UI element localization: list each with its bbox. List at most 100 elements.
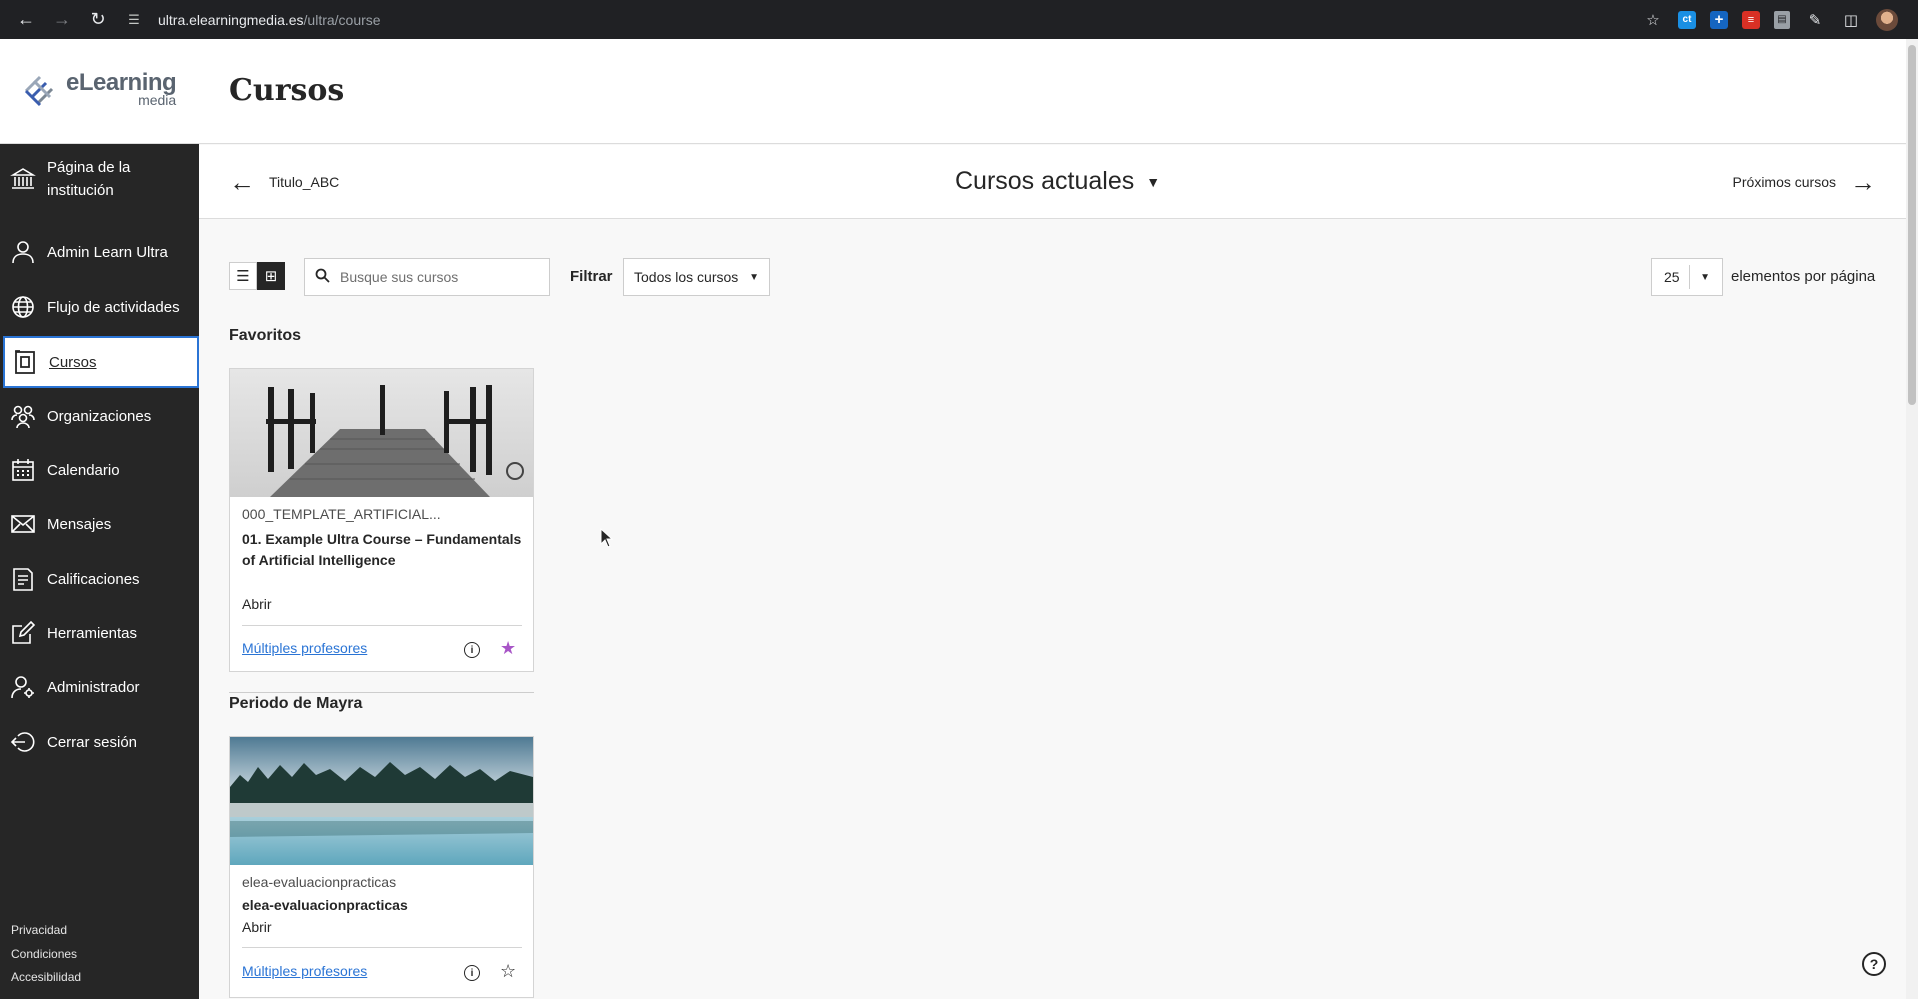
sidebar-item-logout[interactable]: Cerrar sesión — [0, 716, 199, 768]
course-code: 000_TEMPLATE_ARTIFICIAL... — [242, 506, 441, 522]
back-arrow-icon[interactable]: ← — [8, 5, 44, 35]
tools-icon — [10, 620, 36, 646]
search-icon — [315, 268, 330, 286]
admin-icon — [10, 674, 36, 700]
sidebar-item-messages[interactable]: Mensajes — [0, 498, 199, 550]
course-status: Abrir — [242, 919, 272, 935]
sidebar-item-calendar[interactable]: Calendario — [0, 444, 199, 496]
organizations-icon — [10, 403, 36, 429]
info-icon[interactable]: i — [464, 965, 480, 981]
course-card[interactable]: elea-evaluacionpracticas elea-evaluacion… — [229, 736, 534, 998]
instructors-link[interactable]: Múltiples profesores — [242, 963, 367, 979]
section-title-favorites: Favoritos — [229, 327, 302, 344]
sidebar-item-label: Admin Learn Ultra — [47, 243, 168, 261]
calendar-icon — [10, 457, 36, 483]
globe-icon — [10, 294, 36, 320]
forward-arrow-icon[interactable]: → — [44, 5, 80, 35]
sidebar-item-grades[interactable]: Calificaciones — [0, 553, 199, 605]
info-icon[interactable]: i — [464, 642, 480, 658]
logo-mark-icon — [24, 75, 54, 107]
sidebar-item-activity-stream[interactable]: Flujo de actividades — [0, 281, 199, 333]
extension-red-icon[interactable]: ≡ — [1742, 10, 1760, 29]
section-divider — [229, 692, 534, 693]
accessibility-link[interactable]: Accesibilidad — [11, 970, 81, 984]
page-title: Cursos — [229, 73, 345, 108]
next-term-label: Próximos cursos — [1732, 174, 1836, 190]
courses-icon — [12, 349, 38, 375]
caret-down-icon: ▼ — [749, 271, 759, 283]
grid-view-icon[interactable]: ⊞ — [257, 262, 285, 290]
card-divider — [242, 625, 522, 626]
current-term-dropdown[interactable]: Cursos actuales ▼ — [955, 167, 1160, 196]
course-name[interactable]: 01. Example Ultra Course – Fundamentals … — [242, 529, 522, 571]
extension-plus-icon[interactable]: + — [1710, 10, 1728, 29]
course-thumbnail-pier — [230, 369, 533, 497]
sidebar-item-courses[interactable]: Cursos — [3, 336, 199, 388]
per-page-select[interactable]: 25 ▼ — [1651, 258, 1723, 296]
grades-icon — [10, 566, 36, 592]
divider — [1689, 265, 1690, 289]
sidebar-item-label: Organizaciones — [47, 407, 152, 425]
course-name[interactable]: elea-evaluacionpracticas — [242, 895, 522, 916]
mouse-cursor-icon — [600, 528, 614, 548]
sidebar-item-label: Mensajes — [47, 515, 112, 533]
reload-icon[interactable]: ↻ — [80, 5, 116, 35]
sidebar-item-label: Cerrar sesión — [47, 733, 138, 751]
filter-label: Filtrar — [570, 268, 613, 285]
per-page-label: elementos por página — [1731, 268, 1876, 285]
course-code: elea-evaluacionpracticas — [242, 874, 397, 890]
sidebar-item-label: Flujo de actividades — [47, 298, 180, 316]
user-icon — [10, 239, 36, 265]
current-term-label: Cursos actuales — [955, 167, 1135, 195]
sidebar-item-institution-page[interactable]: Página de la institución — [0, 144, 199, 214]
terms-link[interactable]: Condiciones — [11, 947, 77, 961]
caret-down-icon: ▼ — [1700, 271, 1710, 283]
list-view-icon[interactable]: ☰ — [229, 262, 257, 290]
elearning-media-logo[interactable]: eLearning media — [20, 71, 177, 111]
favorite-star-outline-icon[interactable]: ☆ — [500, 962, 516, 980]
help-icon[interactable]: ? — [1862, 952, 1886, 976]
course-card[interactable]: 000_TEMPLATE_ARTIFICIAL... 01. Example U… — [229, 368, 534, 672]
extension-doc-icon[interactable]: ▤ — [1774, 10, 1790, 29]
profile-avatar[interactable] — [1876, 8, 1898, 31]
favorite-star-filled-icon[interactable]: ★ — [500, 639, 516, 657]
next-term-link[interactable]: Próximos cursos → — [1733, 169, 1876, 195]
extension-ct-icon[interactable]: ct — [1678, 10, 1696, 29]
mail-icon — [10, 511, 36, 537]
sidebar-item-label: Página de la institución — [47, 159, 131, 199]
previous-term-label: Titulo_ABC — [269, 174, 340, 190]
sidebar-item-label: Herramientas — [47, 624, 138, 642]
section-title-period: Periodo de Mayra — [229, 695, 363, 712]
course-thumbnail-lake — [230, 737, 533, 865]
browser-toolbar: ← → ↻ ☰ ultra.elearningmedia.es/ultra/co… — [0, 0, 1918, 39]
sidebar-item-organizations[interactable]: Organizaciones — [0, 390, 199, 442]
logo-text: eLearning media — [66, 71, 177, 108]
course-search[interactable] — [304, 258, 550, 296]
url-host: ultra.elearningmedia.es — [158, 11, 304, 28]
sidebar-item-administrator[interactable]: Administrador — [0, 661, 199, 713]
sidebar-item-label: Administrador — [47, 678, 140, 696]
logout-icon — [10, 729, 36, 755]
page-scrollbar[interactable] — [1906, 39, 1918, 999]
sidebar-item-label: Cursos — [49, 353, 97, 371]
site-settings-icon[interactable]: ☰ — [124, 10, 144, 30]
privacy-link[interactable]: Privacidad — [11, 923, 67, 937]
bookmark-star-icon[interactable]: ☆ — [1642, 9, 1664, 31]
sidebar-item-admin-learn-ultra[interactable]: Admin Learn Ultra — [0, 226, 199, 278]
scrollbar-thumb[interactable] — [1908, 45, 1916, 405]
sidebar-item-label: Calendario — [47, 461, 120, 479]
side-panel-icon[interactable]: ◫ — [1840, 9, 1862, 31]
search-input[interactable] — [340, 269, 530, 285]
course-status: Abrir — [242, 596, 272, 612]
per-page-value: 25 — [1664, 269, 1680, 285]
arrow-left-icon: ← — [229, 167, 255, 197]
filter-value: Todos los cursos — [634, 269, 739, 285]
address-bar[interactable]: ultra.elearningmedia.es/ultra/course — [158, 12, 381, 28]
sidebar-item-label: Calificaciones — [47, 570, 140, 588]
extensions-puzzle-icon[interactable]: ✎ — [1804, 9, 1826, 31]
filter-select[interactable]: Todos los cursos ▼ — [623, 258, 770, 296]
previous-term-link[interactable]: ← Titulo_ABC — [229, 169, 339, 195]
card-divider — [242, 947, 522, 948]
instructors-link[interactable]: Múltiples profesores — [242, 640, 367, 656]
sidebar-item-tools[interactable]: Herramientas — [0, 607, 199, 659]
